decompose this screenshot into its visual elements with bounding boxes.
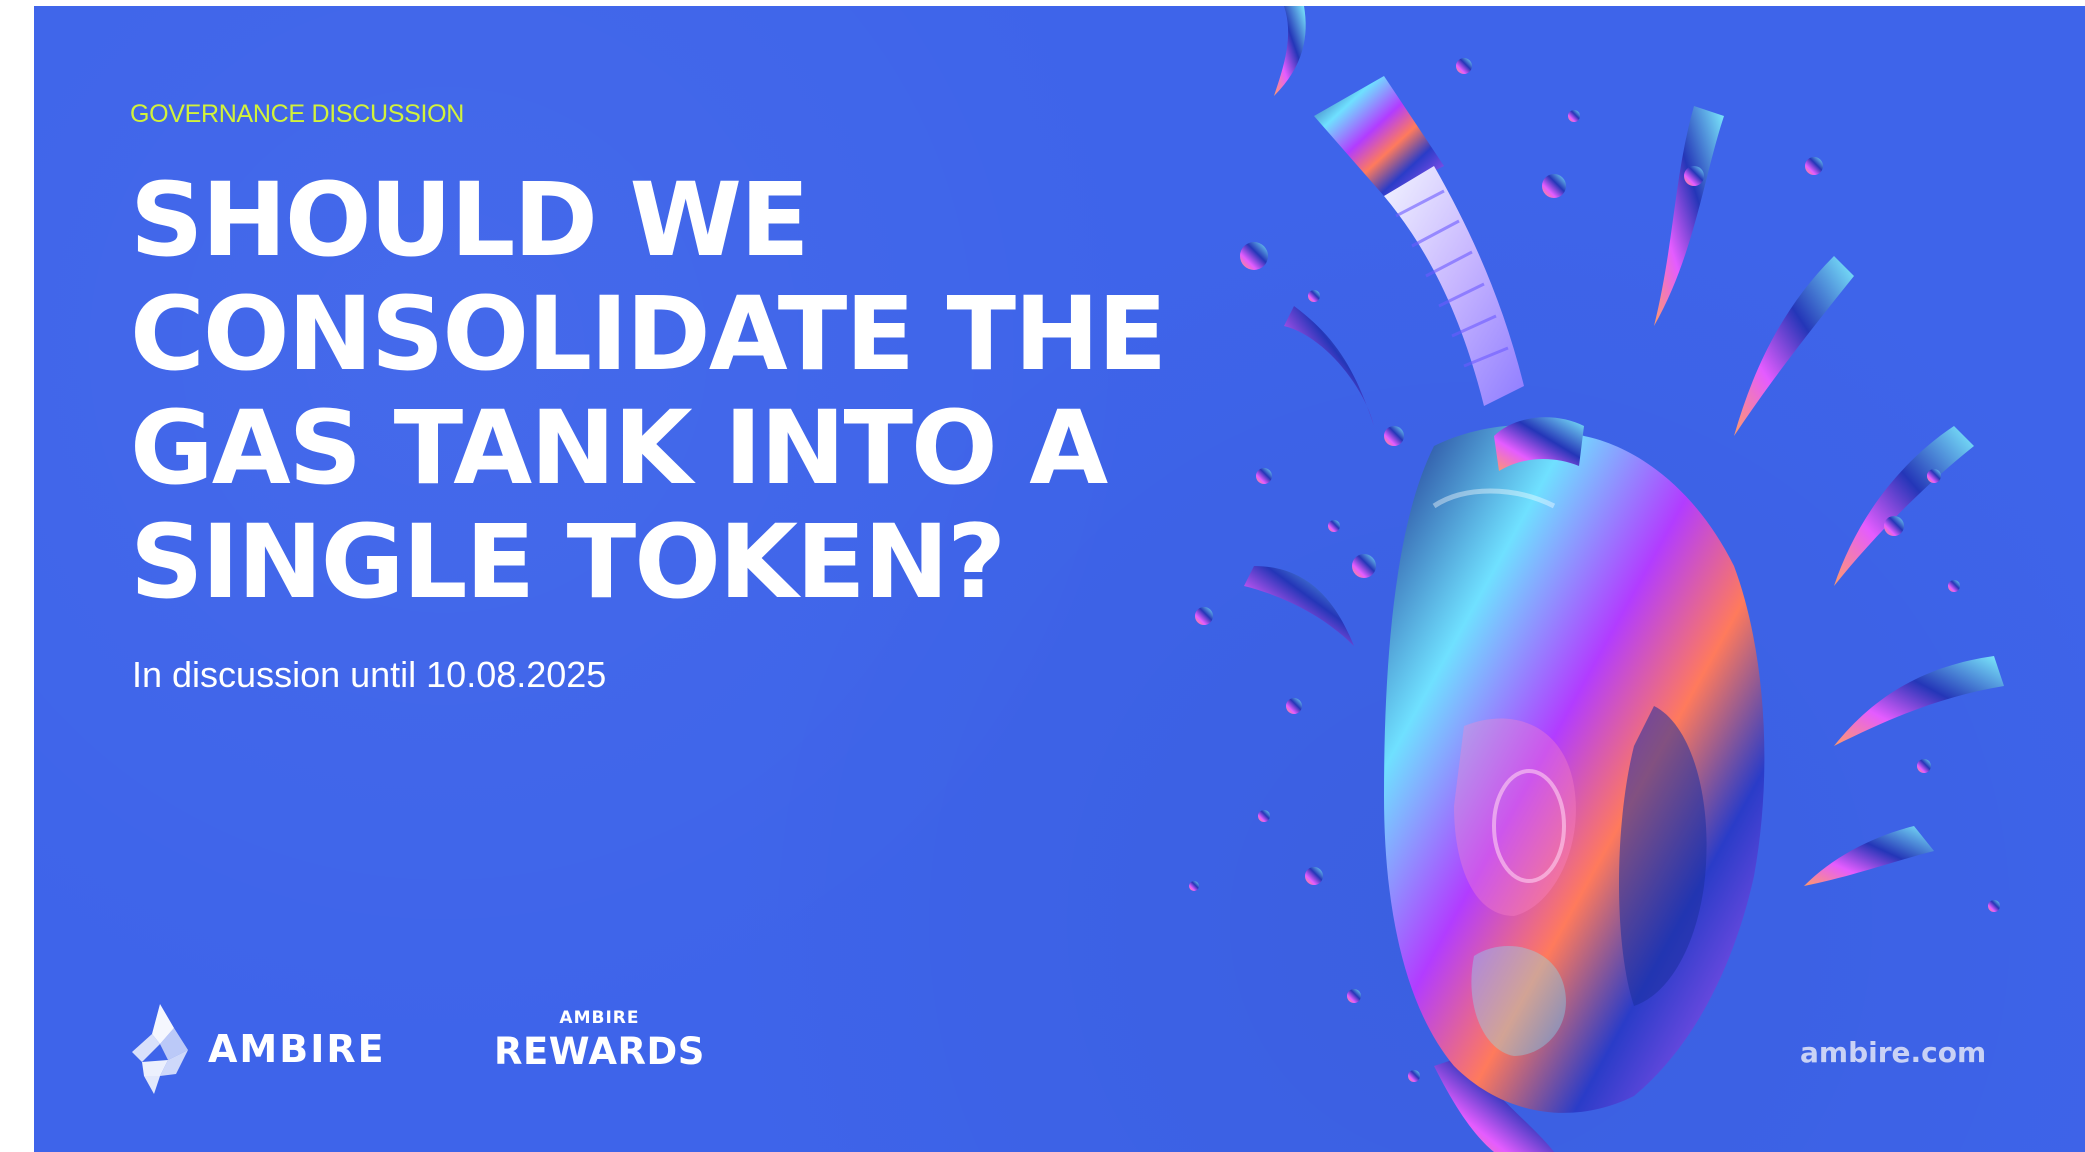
ambire-logo-icon <box>132 1004 188 1094</box>
title-line-2: CONSOLIDATE THE <box>130 275 1167 394</box>
page-title: SHOULD WE CONSOLIDATE THE GAS TANK INTO … <box>130 164 1290 620</box>
canister-body <box>1384 417 1765 1113</box>
ambire-logo: AMBIRE <box>130 1004 386 1094</box>
title-line-1: SHOULD WE <box>130 161 810 280</box>
governance-banner: GOVERNANCE DISCUSSION SHOULD WE CONSOLID… <box>34 6 2085 1152</box>
rewards-logo-small: AMBIRE <box>559 1008 640 1028</box>
title-line-4: SINGLE TOKEN? <box>130 503 1006 622</box>
spout <box>1314 76 1524 406</box>
gas-canister-illustration <box>1189 6 2004 1152</box>
ambire-wordmark: AMBIRE <box>208 1027 386 1071</box>
discussion-deadline: In discussion until 10.08.2025 <box>132 654 607 695</box>
rewards-logo-big: REWARDS <box>494 1030 705 1073</box>
title-line-3: GAS TANK INTO A <box>130 389 1108 508</box>
category-label: GOVERNANCE DISCUSSION <box>130 100 465 128</box>
ambire-rewards-logo: AMBIRE REWARDS <box>494 1008 705 1073</box>
